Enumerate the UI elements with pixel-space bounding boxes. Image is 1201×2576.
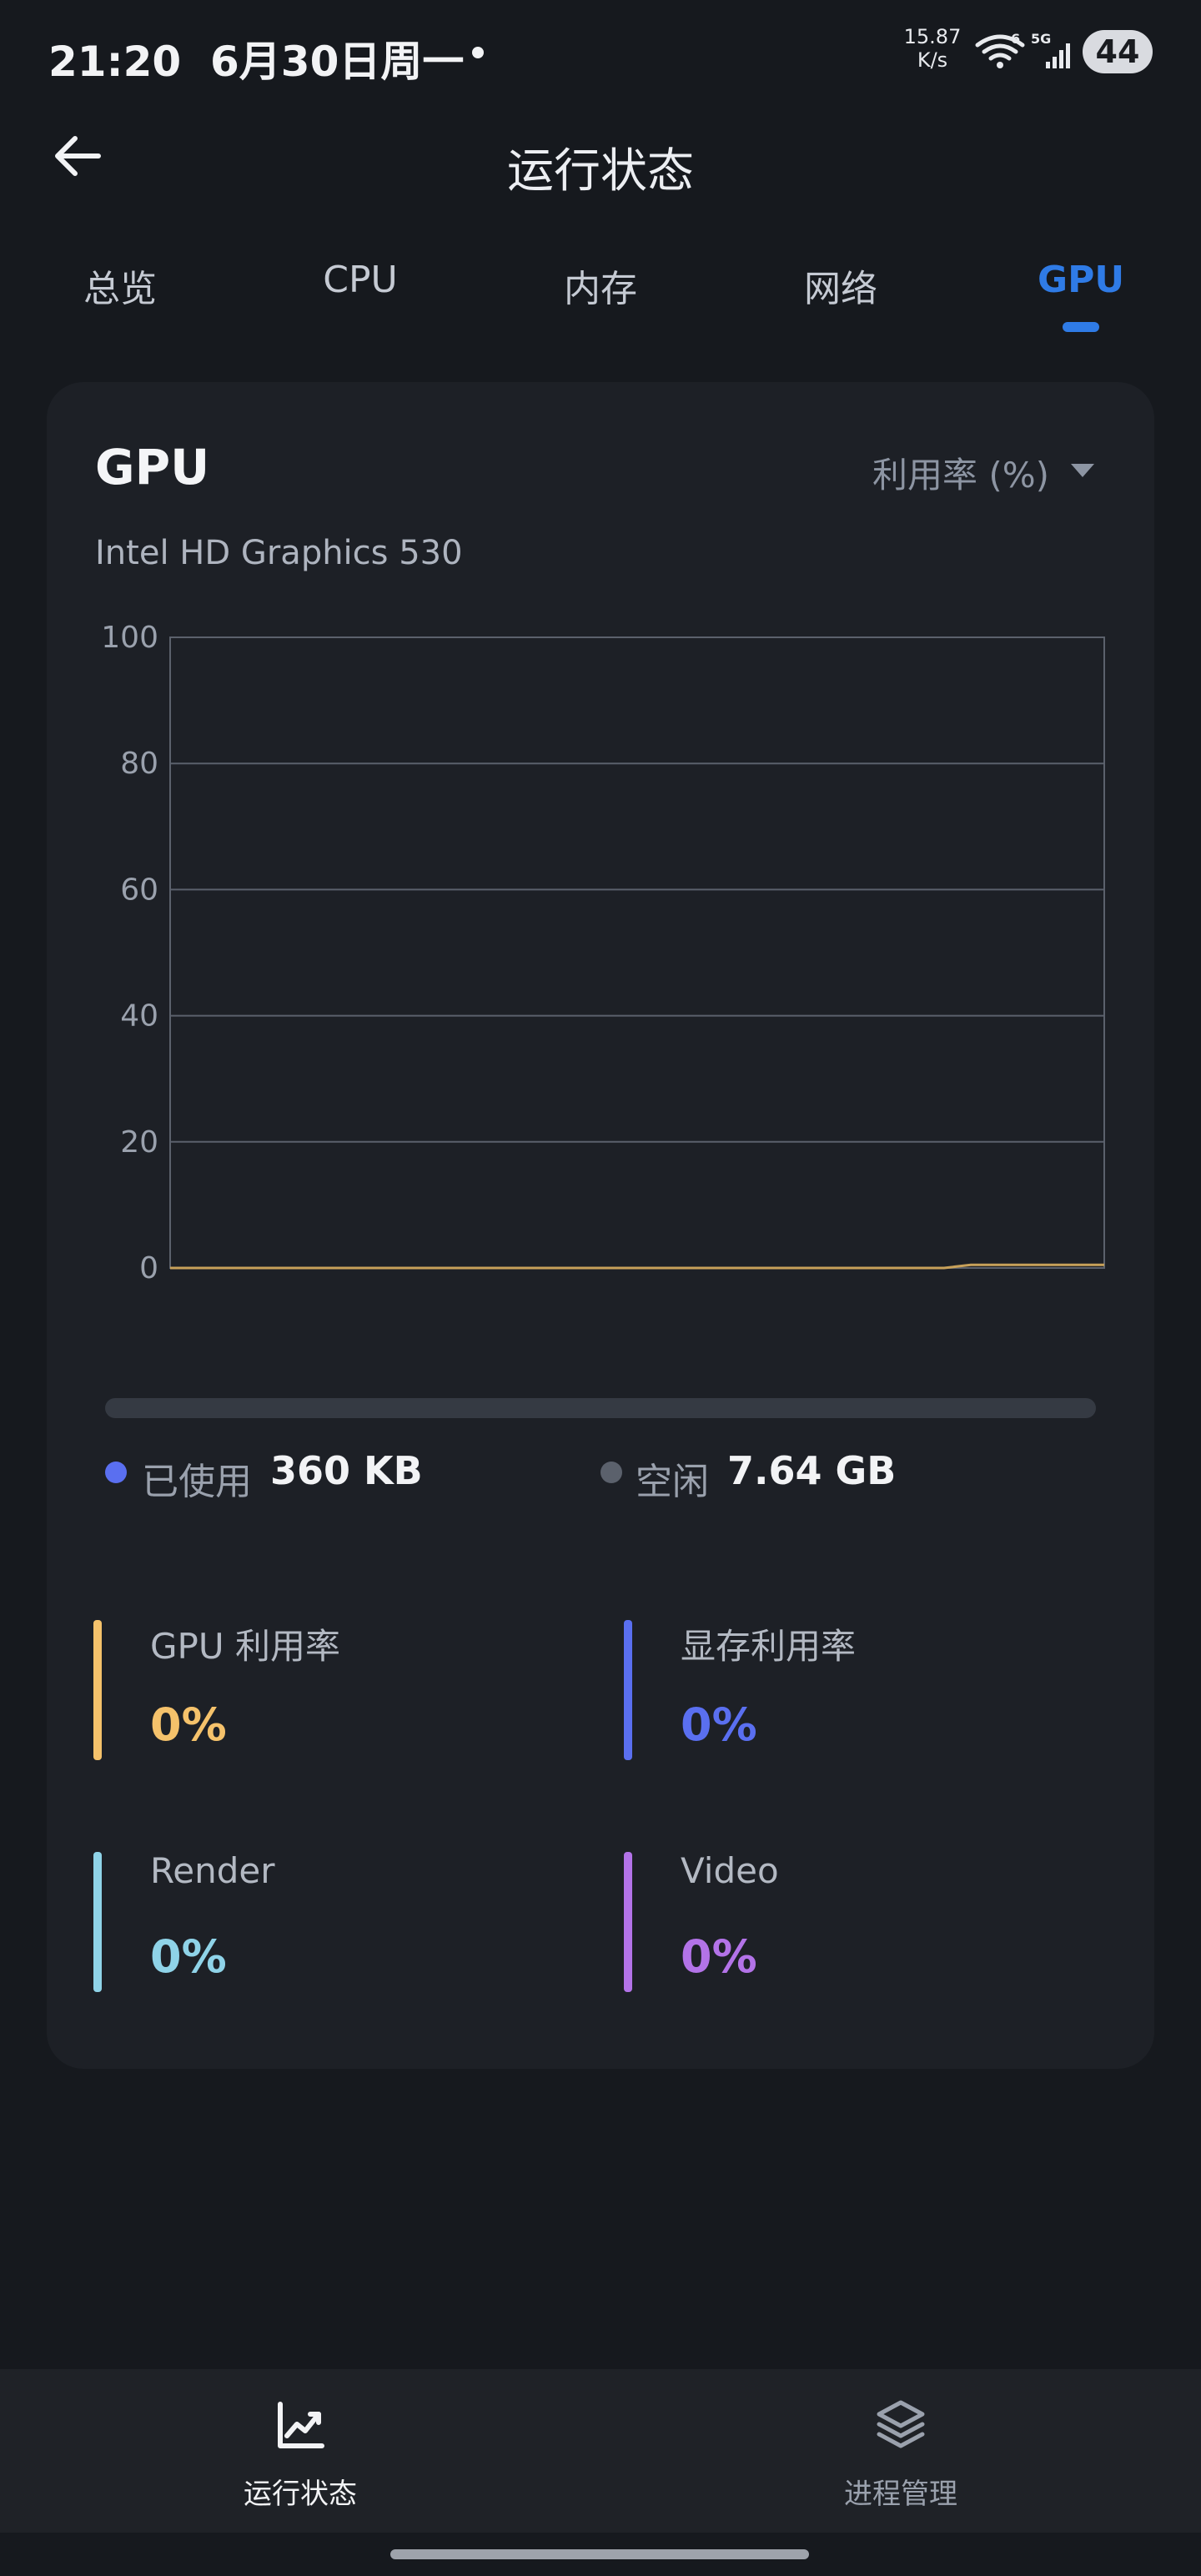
chevron-down-icon[interactable] xyxy=(1071,464,1094,477)
status-date: 6月30日周一 xyxy=(209,38,465,86)
tab-overview[interactable]: 总览 xyxy=(37,259,204,312)
used-legend-dot xyxy=(105,1462,127,1483)
card-title: GPU xyxy=(95,439,210,496)
video-value: 0% xyxy=(681,1930,757,1983)
memory-usage-bar xyxy=(105,1398,1096,1418)
tab-network[interactable]: 网络 xyxy=(757,259,924,312)
render-label: Render xyxy=(150,1850,275,1891)
gpu-utilization-label: GPU 利用率 xyxy=(150,1626,340,1667)
gpu-utilization-value: 0% xyxy=(150,1698,227,1751)
chart-y-tick-label: 60 xyxy=(120,873,158,907)
render-value: 0% xyxy=(150,1930,227,1983)
chart-line-icon xyxy=(278,2402,324,2448)
wifi-badge: 6 xyxy=(1011,32,1020,47)
nav-label-process-manager: 进程管理 xyxy=(844,2478,957,2511)
cellular-signal-icon: 5G xyxy=(1031,31,1078,75)
net-speed-value: 15.87 xyxy=(903,25,962,48)
gpu-utilization-accent xyxy=(93,1620,102,1760)
free-label: 空闲 xyxy=(636,1461,709,1503)
vram-utilization-accent xyxy=(624,1620,632,1760)
home-indicator[interactable] xyxy=(390,2549,809,2559)
wifi-icon: 6 xyxy=(974,31,1026,75)
chart-y-tick-label: 100 xyxy=(101,621,158,655)
vram-utilization-label: 显存利用率 xyxy=(681,1626,857,1667)
page-title: 运行状态 xyxy=(507,144,694,199)
free-value: 7.64 GB xyxy=(727,1448,897,1493)
used-value: 360 KB xyxy=(270,1448,423,1493)
nav-label-runtime-status: 运行状态 xyxy=(244,2478,357,2511)
layers-icon xyxy=(877,2400,925,2448)
chart-y-tick-label: 20 xyxy=(120,1125,158,1160)
chart-y-tick-label: 80 xyxy=(120,747,158,781)
video-accent xyxy=(624,1852,632,1992)
status-time: 21:20 6月30日周一 xyxy=(48,38,465,86)
active-tab-indicator xyxy=(1063,322,1099,332)
chart-plot-frame xyxy=(169,636,1105,1269)
notification-dot xyxy=(472,47,484,58)
battery-indicator: 44 xyxy=(1083,30,1153,73)
chart-y-tick-label: 40 xyxy=(120,999,158,1034)
tab-gpu[interactable]: GPU xyxy=(997,259,1164,301)
net-speed-unit: K/s xyxy=(917,48,948,72)
metric-dropdown[interactable]: 利用率 (%) xyxy=(872,447,1049,498)
tab-cpu[interactable]: CPU xyxy=(277,259,444,301)
video-label: Video xyxy=(681,1850,779,1891)
chart-y-tick-label: 0 xyxy=(139,1251,158,1285)
render-accent xyxy=(93,1852,102,1992)
network-speed: 15.87 K/s xyxy=(899,25,966,72)
tab-memory[interactable]: 内存 xyxy=(517,259,684,312)
vram-utilization-value: 0% xyxy=(681,1698,757,1751)
free-legend-dot xyxy=(600,1462,622,1483)
cell-label: 5G xyxy=(1031,32,1051,47)
gpu-usage-chart: 100 80 60 40 20 0 xyxy=(101,621,1105,1285)
used-label: 已使用 xyxy=(142,1461,252,1503)
gpu-device-name: Intel HD Graphics 530 xyxy=(95,534,463,572)
